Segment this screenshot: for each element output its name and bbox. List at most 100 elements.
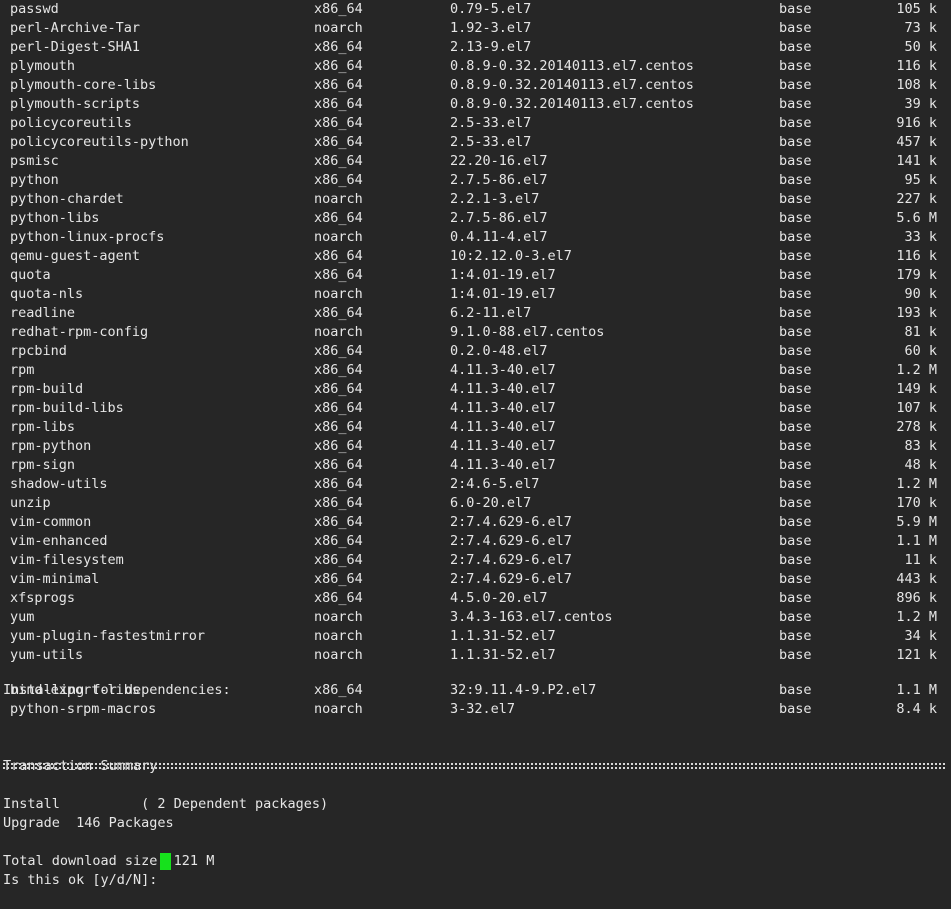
package-version: 2:7.4.629-6.el7 <box>450 533 572 549</box>
package-name: rpm-libs <box>10 419 76 435</box>
package-row: plymouth-scripts x86_64 0.8.9-0.32.2014011… <box>0 95 951 114</box>
package-arch: x86_64 <box>314 400 363 416</box>
separator-line <box>3 763 945 769</box>
package-version: 2.2.1-3.el7 <box>450 191 540 207</box>
package-repo: base <box>779 419 812 435</box>
package-size: 1.2 M <box>896 476 937 492</box>
package-name: python-chardet <box>10 191 124 207</box>
package-row: vim-minimal x86_64 2:7.4.629-6.el7 base 443 … <box>0 570 951 589</box>
package-size: 1.1 M <box>896 533 937 549</box>
package-version: 4.11.3-40.el7 <box>450 362 556 378</box>
package-name: policycoreutils-python <box>10 134 189 150</box>
package-size: 73 k <box>904 20 937 36</box>
package-arch: x86_64 <box>314 58 363 74</box>
package-row: rpm x86_64 4.11.3-40.el7 base 1.2 M <box>0 361 951 380</box>
package-row: python x86_64 2.7.5-86.el7 base 95 k <box>0 171 951 190</box>
package-version: 2:7.4.629-6.el7 <box>450 552 572 568</box>
package-row: yum-plugin-fastestmirror noarch 1.1.31-52.… <box>0 627 951 646</box>
package-name: plymouth-core-libs <box>10 77 157 93</box>
package-name: python-srpm-macros <box>10 701 157 717</box>
package-repo: base <box>779 134 812 150</box>
download-size-line: Total download size: 121 M <box>0 833 951 869</box>
package-name: qemu-guest-agent <box>10 248 141 264</box>
package-size: 179 k <box>896 267 937 283</box>
package-version: 1.92-3.el7 <box>450 20 532 36</box>
package-arch: noarch <box>314 609 363 625</box>
package-row: plymouth x86_64 0.8.9-0.32.20140113.el7.ce… <box>0 57 951 76</box>
package-arch: x86_64 <box>314 476 363 492</box>
package-size: 107 k <box>896 400 937 416</box>
package-arch: x86_64 <box>314 533 363 549</box>
package-repo: base <box>779 115 812 131</box>
summary-title-line: Transaction Summary <box>0 738 951 774</box>
package-size: 48 k <box>904 457 937 473</box>
package-size: 1.1 M <box>896 682 937 698</box>
prompt-line[interactable]: Is this ok [y/d/N]: <box>0 852 951 888</box>
upgrade-summary-line: Upgrade 146 Packages <box>0 795 951 831</box>
package-row: vim-filesystem x86_64 2:7.4.629-6.el7 base 1… <box>0 551 951 570</box>
package-version: 4.11.3-40.el7 <box>450 400 556 416</box>
package-repo: base <box>779 96 812 112</box>
package-repo: base <box>779 324 812 340</box>
package-name: psmisc <box>10 153 59 169</box>
package-size: 8.4 k <box>896 701 937 717</box>
package-size: 83 k <box>904 438 937 454</box>
package-name: vim-common <box>10 514 92 530</box>
package-arch: x86_64 <box>314 115 363 131</box>
package-version: 1:4.01-19.el7 <box>450 267 556 283</box>
package-arch: x86_64 <box>314 77 363 93</box>
package-row: qemu-guest-agent x86_64 10:2.12.0-3.el7 bas… <box>0 247 951 266</box>
package-name: rpm-python <box>10 438 92 454</box>
package-name: python <box>10 172 59 188</box>
package-row: unzip x86_64 6.0-20.el7 base 170 k <box>0 494 951 513</box>
package-version: 4.11.3-40.el7 <box>450 457 556 473</box>
package-row: rpm-libs x86_64 4.11.3-40.el7 base 278 k <box>0 418 951 437</box>
package-version: 0.8.9-0.32.20140113.el7.centos <box>450 96 694 112</box>
package-row: perl-Digest-SHA1 x86_64 2.13-9.el7 base 50 k <box>0 38 951 57</box>
package-size: 81 k <box>904 324 937 340</box>
package-row: rpcbind x86_64 0.2.0-48.el7 base 60 k <box>0 342 951 361</box>
package-row: passwd x86_64 0.79-5.el7 base 105 k <box>0 0 951 19</box>
package-arch: x86_64 <box>314 39 363 55</box>
package-version: 22.20-16.el7 <box>450 153 548 169</box>
package-repo: base <box>779 191 812 207</box>
package-size: 50 k <box>904 39 937 55</box>
package-row: quota x86_64 1:4.01-19.el7 base 179 k <box>0 266 951 285</box>
package-row: rpm-build-libs x86_64 4.11.3-40.el7 base 107… <box>0 399 951 418</box>
terminal-window[interactable]: passwd x86_64 0.79-5.el7 base 105 k perl-Arch… <box>0 0 951 888</box>
package-version: 4.5.0-20.el7 <box>450 590 548 606</box>
package-size: 141 k <box>896 153 937 169</box>
package-repo: base <box>779 552 812 568</box>
package-name: xfsprogs <box>10 590 76 606</box>
package-arch: noarch <box>314 229 363 245</box>
package-name: rpm-sign <box>10 457 76 473</box>
package-row: shadow-utils x86_64 2:4.6-5.el7 base 1.2 M <box>0 475 951 494</box>
package-arch: x86_64 <box>314 267 363 283</box>
package-repo: base <box>779 58 812 74</box>
package-size: 916 k <box>896 115 937 131</box>
package-repo: base <box>779 682 812 698</box>
package-arch: x86_64 <box>314 362 363 378</box>
package-arch: noarch <box>314 324 363 340</box>
package-repo: base <box>779 153 812 169</box>
package-version: 32:9.11.4-9.P2.el7 <box>450 682 597 698</box>
package-size: 1.2 M <box>896 362 937 378</box>
package-name: redhat-rpm-config <box>10 324 149 340</box>
package-repo: base <box>779 210 812 226</box>
text-cursor[interactable] <box>160 853 171 870</box>
package-arch: x86_64 <box>314 552 363 568</box>
package-repo: base <box>779 77 812 93</box>
package-repo: base <box>779 533 812 549</box>
package-repo: base <box>779 248 812 264</box>
package-arch: x86_64 <box>314 495 363 511</box>
package-version: 4.11.3-40.el7 <box>450 438 556 454</box>
dependency-row: bind-export-libs x86_64 32:9.11.4-9.P2.el7… <box>0 681 951 700</box>
package-name: vim-filesystem <box>10 552 124 568</box>
package-arch: x86_64 <box>314 457 363 473</box>
package-arch: noarch <box>314 701 363 717</box>
package-arch: noarch <box>314 286 363 302</box>
package-arch: noarch <box>314 628 363 644</box>
package-size: 33 k <box>904 229 937 245</box>
package-size: 105 k <box>896 1 937 17</box>
package-repo: base <box>779 305 812 321</box>
